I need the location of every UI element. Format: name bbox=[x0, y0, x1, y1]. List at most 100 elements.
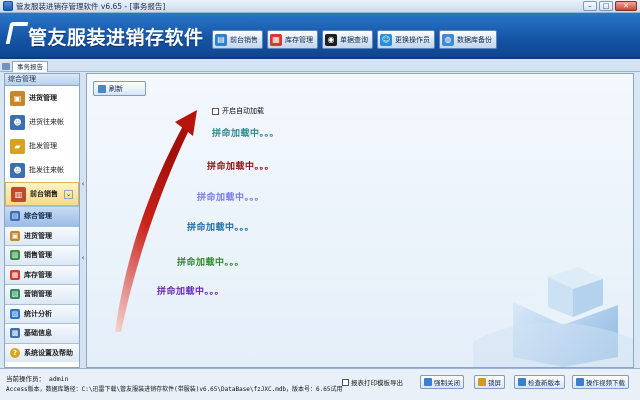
force-close-button[interactable]: 强制关闭 bbox=[420, 375, 464, 389]
loading-message: 拼命加载中。。。 bbox=[187, 223, 255, 233]
category-label: 营销管理 bbox=[24, 290, 52, 299]
lock-screen-icon bbox=[478, 378, 486, 386]
toolbar-button-label: 数据库备份 bbox=[457, 35, 492, 44]
category-label: 系统设置及帮助 bbox=[24, 348, 73, 357]
window-title: 管友服装进销存管理软件 v6.65 - [事务报告] bbox=[16, 1, 166, 11]
auto-load-label: 开启自动加载 bbox=[222, 107, 264, 115]
loading-message: 拼命加载中。。。 bbox=[197, 193, 265, 203]
maximize-button[interactable]: □ bbox=[599, 1, 613, 11]
toolbar-inventory-button[interactable]: ▦ 库存管理 bbox=[267, 30, 318, 49]
decorative-red-arrow-graphic bbox=[115, 110, 197, 332]
front-sales-icon: ▥ bbox=[11, 186, 26, 202]
sidebar-item-supplier-account[interactable]: ☻ 进货往来帐 bbox=[5, 110, 79, 134]
toolbar-switch-operator-button[interactable]: ☺ 更换操作员 bbox=[377, 30, 435, 49]
inventory-icon: ▦ bbox=[10, 269, 20, 280]
refresh-button[interactable]: 刷新 bbox=[93, 81, 146, 96]
purchase-icon: ▣ bbox=[10, 230, 20, 241]
refresh-icon bbox=[98, 84, 106, 93]
binoculars-icon: ◉ bbox=[325, 33, 337, 46]
sidebar-item-label: 批发往来帐 bbox=[29, 166, 64, 174]
window-controls: – □ ✕ bbox=[583, 1, 637, 11]
toolbar-front-sales-button[interactable]: ▤ 前台销售 bbox=[212, 30, 263, 49]
status-button-label: 锁屏 bbox=[488, 379, 501, 387]
loading-message: 拼命加载中。。。 bbox=[207, 162, 275, 172]
sidebar-item-purchase[interactable]: ▣ 进货管理 bbox=[5, 86, 79, 110]
sidebar-item-wholesale[interactable]: ▰ 批发管理 bbox=[5, 134, 79, 158]
supplier-account-icon: ☻ bbox=[10, 114, 25, 130]
settings-help-icon: ? bbox=[10, 347, 20, 358]
category-label: 综合管理 bbox=[24, 212, 52, 221]
sidebar-category-settings-help[interactable]: ? 系统设置及帮助 bbox=[5, 342, 79, 362]
title-bar: 管友服装进销存管理软件 v6.65 - [事务报告] – □ ✕ bbox=[0, 0, 640, 13]
sidebar-item-customer-account[interactable]: ☻ 批发往来帐 bbox=[5, 158, 79, 182]
customer-account-icon: ☻ bbox=[10, 162, 25, 178]
toolbar-button-label: 单据查询 bbox=[340, 35, 368, 44]
sidebar-category-sales[interactable]: ▥ 销售管理 bbox=[5, 245, 79, 265]
status-bar: 当前操作员： admin Access版本，数据库路径：C:\迅雷下载\管友服装… bbox=[0, 368, 640, 400]
sidebar-header: 综合管理 bbox=[5, 74, 79, 86]
category-label: 库存管理 bbox=[24, 270, 52, 279]
app-name: 管友服装进销存软件 bbox=[28, 27, 204, 49]
tab-report[interactable]: 事务报告 bbox=[12, 61, 48, 72]
marketing-icon: ▧ bbox=[10, 289, 20, 300]
sidebar-item-label: 批发管理 bbox=[29, 142, 57, 150]
sidebar-item-label: 前台销售 bbox=[30, 190, 58, 198]
refresh-button-label: 刷新 bbox=[109, 84, 123, 93]
sidebar-item-front-sales[interactable]: ▥ 前台销售 ⌄ bbox=[5, 182, 79, 206]
chevron-down-icon[interactable]: ⌄ bbox=[64, 189, 73, 199]
toolbar-button-label: 前台销售 bbox=[230, 35, 258, 44]
check-update-button[interactable]: 检查新版本 bbox=[514, 375, 565, 389]
toolbar-document-query-button[interactable]: ◉ 单据查询 bbox=[322, 30, 373, 49]
status-button-label: 操作视频下载 bbox=[586, 379, 625, 387]
export-template-checkbox[interactable]: 报表打印模板导出 bbox=[342, 377, 403, 387]
user-switch-icon: ☺ bbox=[380, 33, 392, 46]
sidebar-item-label: 进货往来帐 bbox=[29, 118, 64, 126]
sidebar-category-basic-info[interactable]: ▩ 基础信息 bbox=[5, 323, 79, 343]
app-logo-icon bbox=[5, 22, 29, 44]
statistics-icon: ▨ bbox=[10, 308, 20, 319]
document-tab-strip: 事务报告 bbox=[0, 61, 640, 72]
status-button-label: 检查新版本 bbox=[528, 379, 561, 387]
operator-line: 当前操作员： admin bbox=[6, 373, 69, 383]
basic-info-icon: ▩ bbox=[10, 328, 20, 339]
inventory-icon: ▦ bbox=[270, 33, 282, 46]
sidebar-category-overview[interactable]: ▤ 综合管理 bbox=[5, 206, 79, 226]
sidebar-category-marketing[interactable]: ▧ 营销管理 bbox=[5, 284, 79, 304]
app-banner: 管友服装进销存软件 ▤ 前台销售 ▦ 库存管理 ◉ 单据查询 ☺ 更换操作员 ◍… bbox=[0, 13, 640, 59]
status-button-label: 强制关闭 bbox=[434, 379, 460, 387]
wholesale-cart-icon: ▰ bbox=[10, 138, 25, 154]
report-panel: 刷新 开启自动加载 拼命加载中。。。 拼命加载中。。。 拼命加载中。。。 拼命加… bbox=[86, 73, 634, 368]
sidebar-category-statistics[interactable]: ▨ 统计分析 bbox=[5, 303, 79, 323]
cash-register-icon: ▤ bbox=[215, 33, 227, 46]
database-backup-icon: ◍ bbox=[442, 33, 454, 46]
category-label: 统计分析 bbox=[24, 309, 52, 318]
sales-icon: ▥ bbox=[10, 250, 20, 261]
loading-message: 拼命加载中。。。 bbox=[177, 258, 245, 268]
main-toolbar: ▤ 前台销售 ▦ 库存管理 ◉ 单据查询 ☺ 更换操作员 ◍ 数据库备份 bbox=[212, 30, 497, 49]
close-button[interactable]: ✕ bbox=[615, 1, 637, 11]
checkbox-box[interactable] bbox=[342, 378, 349, 386]
lock-screen-button[interactable]: 锁屏 bbox=[474, 375, 505, 389]
db-path-text: Access版本，数据库路径：C:\迅雷下载\管友服装进销存软件(带服装)v6.… bbox=[6, 386, 343, 393]
overview-icon: ▤ bbox=[10, 211, 20, 222]
auto-load-checkbox[interactable]: 开启自动加载 bbox=[212, 106, 264, 116]
checkbox-box[interactable] bbox=[212, 107, 219, 115]
tab-strip-icon bbox=[2, 63, 10, 70]
category-label: 销售管理 bbox=[24, 251, 52, 260]
video-download-button[interactable]: 操作视频下载 bbox=[572, 375, 629, 389]
minimize-button[interactable]: – bbox=[583, 1, 597, 11]
sidebar-category-purchase[interactable]: ▣ 进货管理 bbox=[5, 225, 79, 245]
video-download-icon bbox=[576, 378, 584, 386]
loading-message: 拼命加载中。。。 bbox=[212, 129, 280, 139]
sidebar-item-label: 进货管理 bbox=[29, 94, 57, 102]
app-icon bbox=[3, 1, 13, 11]
toolbar-button-label: 库存管理 bbox=[285, 35, 313, 44]
export-template-label: 报表打印模板导出 bbox=[351, 379, 403, 387]
loading-message: 拼命加载中。。。 bbox=[157, 287, 225, 297]
sidebar-category-inventory[interactable]: ▦ 库存管理 bbox=[5, 264, 79, 284]
force-close-icon bbox=[424, 378, 432, 386]
sidebar: 综合管理 ▣ 进货管理 ☻ 进货往来帐 ▰ 批发管理 ☻ 批发往来帐 ▥ 前台销… bbox=[4, 73, 80, 368]
toolbar-db-backup-button[interactable]: ◍ 数据库备份 bbox=[439, 30, 497, 49]
decorative-cube-graphic bbox=[473, 267, 633, 367]
update-check-icon bbox=[518, 378, 526, 386]
